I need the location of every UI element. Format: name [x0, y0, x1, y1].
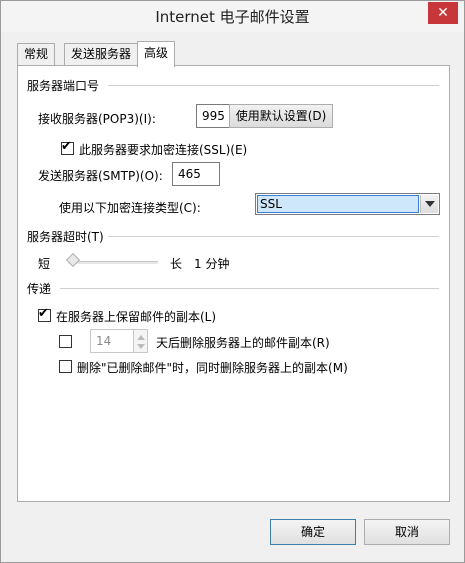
chevron-down-icon: [425, 201, 435, 207]
remove-deleted-label: 删除"已删除邮件"时，同时删除服务器上的副本(M): [77, 361, 348, 375]
spin-down-icon: [137, 344, 145, 349]
checkmark-icon: ✔: [61, 139, 72, 154]
timeout-divider: [108, 236, 439, 237]
timeout-slider-track[interactable]: [68, 261, 158, 264]
advanced-tab-panel: 服务器端口号 接收服务器(POP3)(I): 995 使用默认设置(D) ✔ 此…: [17, 65, 450, 502]
ports-section-title: 服务器端口号: [27, 77, 104, 94]
cancel-button[interactable]: 取消: [364, 519, 450, 545]
title-bar: Internet 电子邮件设置 ✕: [1, 1, 464, 32]
remove-after-days-input[interactable]: 14: [90, 329, 134, 353]
encryption-type-select[interactable]: SSL: [255, 193, 440, 215]
remove-after-checkbox[interactable]: [59, 335, 72, 348]
outgoing-port-label: 发送服务器(SMTP)(O):: [38, 169, 163, 183]
incoming-port-label: 接收服务器(POP3)(I):: [38, 112, 156, 126]
delivery-divider: [60, 288, 439, 289]
keep-copy-checkbox[interactable]: ✔: [38, 306, 51, 322]
close-button[interactable]: ✕: [428, 2, 458, 24]
remove-after-label: 天后删除服务器上的邮件副本(R): [156, 336, 330, 350]
timeout-section-title: 服务器超时(T): [27, 228, 108, 245]
tab-general[interactable]: 常规: [17, 43, 56, 65]
outgoing-port-input[interactable]: 465: [172, 162, 220, 186]
ports-divider: [108, 85, 439, 86]
dropdown-button[interactable]: [420, 195, 438, 213]
remove-after-days-spinner[interactable]: [134, 329, 148, 353]
checkmark-icon: ✔: [38, 306, 49, 321]
close-icon: ✕: [437, 5, 449, 21]
delivery-section-title: 传递: [27, 280, 56, 297]
tab-advanced[interactable]: 高级: [137, 41, 176, 67]
use-defaults-button[interactable]: 使用默认设置(D): [229, 104, 333, 128]
email-settings-window: Internet 电子邮件设置 ✕ 常规 发送服务器 高级 服务器端口号 接收服…: [0, 0, 465, 563]
spin-up-icon: [137, 335, 145, 340]
timeout-long-label: 长: [170, 257, 183, 271]
timeout-short-label: 短: [38, 257, 51, 271]
encryption-type-value: SSL: [257, 195, 419, 213]
timeout-value: 1 分钟: [194, 257, 230, 271]
encryption-type-label: 使用以下加密连接类型(C):: [59, 201, 201, 215]
tab-outgoing-server[interactable]: 发送服务器: [64, 43, 139, 65]
ok-button[interactable]: 确定: [270, 519, 356, 545]
window-title: Internet 电子邮件设置: [155, 8, 310, 26]
timeout-slider-thumb[interactable]: [65, 252, 81, 268]
ssl-checkbox[interactable]: ✔: [61, 139, 74, 155]
remove-deleted-checkbox[interactable]: [59, 360, 72, 373]
keep-copy-label: 在服务器上保留邮件的副本(L): [56, 310, 217, 324]
ssl-checkbox-label: 此服务器要求加密连接(SSL)(E): [79, 143, 248, 157]
